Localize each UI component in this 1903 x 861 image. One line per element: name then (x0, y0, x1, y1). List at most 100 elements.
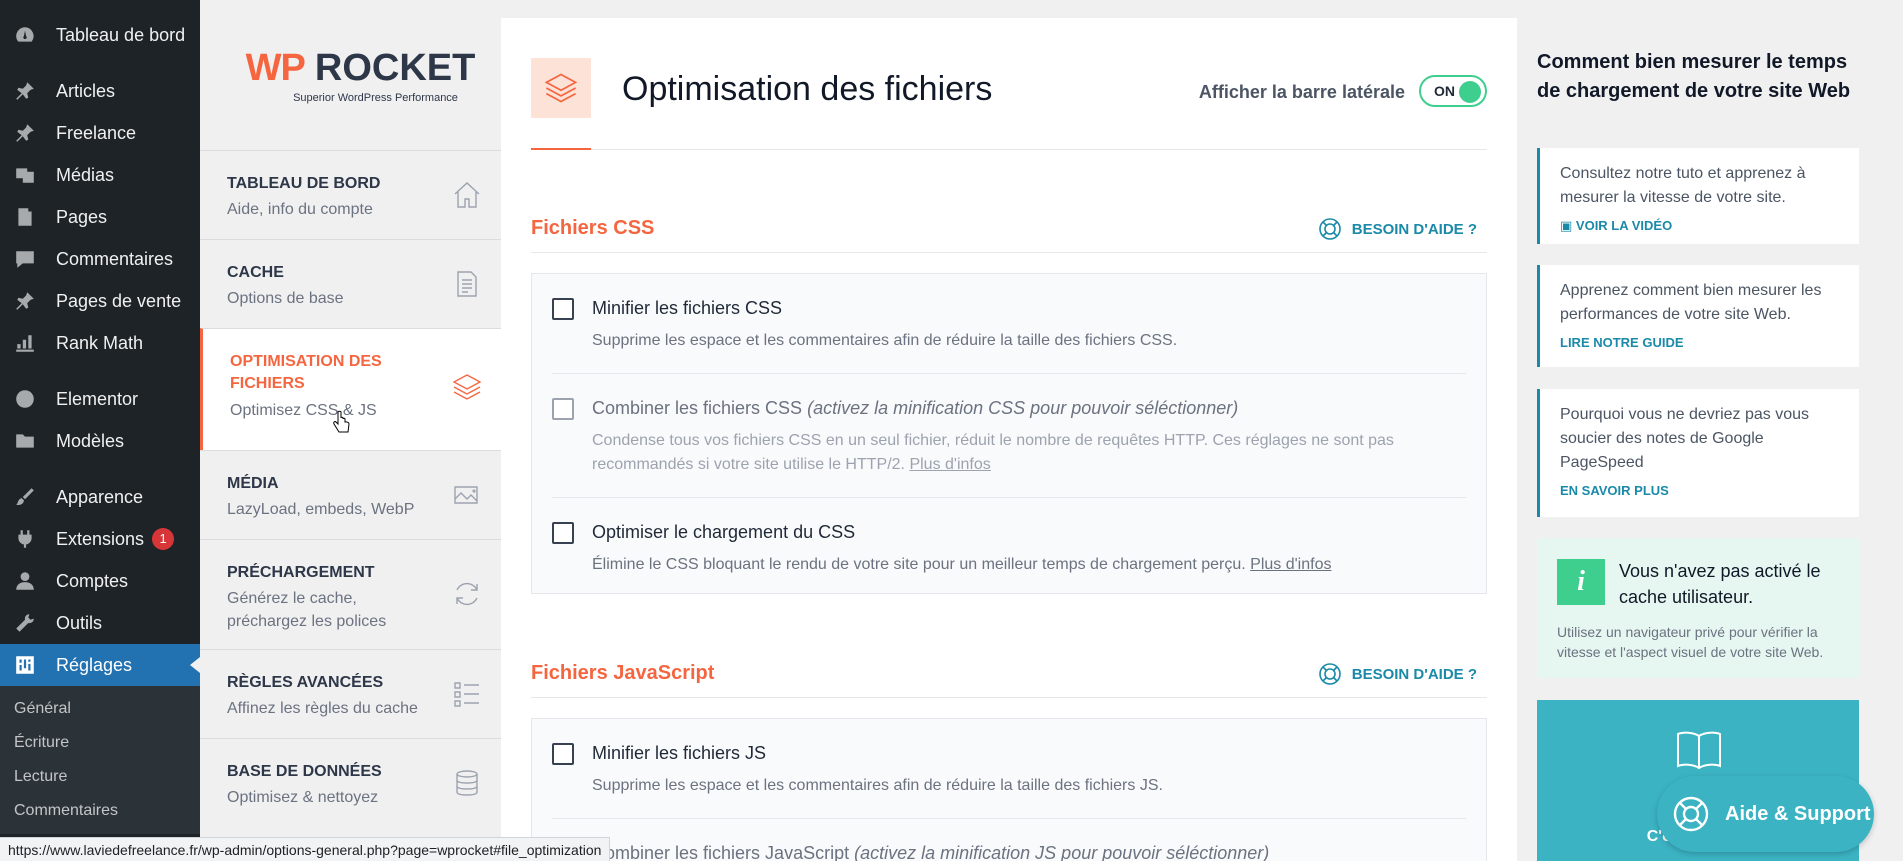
nav-title: PRÉCHARGEMENT (227, 564, 375, 581)
help-button[interactable]: BESOIN D'AIDE ? (1318, 217, 1477, 241)
nav-database[interactable]: BASE DE DONNÉES Optimisez & nettoyez (200, 738, 501, 827)
optimize-css-checkbox[interactable] (552, 522, 574, 544)
option-combine-js: Combiner les fichiers JavaScript (active… (552, 819, 1466, 861)
help-button[interactable]: BESOIN D'AIDE ? (1318, 662, 1477, 686)
right-sidebar: Comment bien mesurer le temps de chargem… (1537, 0, 1867, 861)
home-icon (451, 179, 483, 211)
menu-dashboard[interactable]: Tableau de bord (0, 14, 200, 56)
brush-icon (12, 484, 38, 510)
sidebar-title: Comment bien mesurer le temps de chargem… (1537, 51, 1851, 102)
main-panel: Optimisation des fichiers Afficher la ba… (501, 18, 1517, 861)
refresh-icon (451, 578, 483, 610)
image-icon (451, 479, 483, 511)
logo-rocket: ROCKET (314, 46, 476, 89)
wp-admin-menu: Tableau de bord Articles Freelance Média… (0, 0, 200, 861)
menu-tools[interactable]: Outils (0, 602, 200, 644)
option-note: (activez la minification JS pour pouvoir… (854, 843, 1270, 861)
toggle-state: ON (1434, 83, 1455, 99)
more-info-link[interactable]: Plus d'infos (1250, 556, 1331, 573)
pin-icon (12, 288, 38, 314)
support-label: Aide & Support (1725, 802, 1871, 825)
option-note: (activez la minification CSS pour pouvoi… (807, 398, 1239, 418)
option-minify-js: Minifier les fichiers JS Supprime les es… (552, 719, 1466, 819)
menu-label: Pages (56, 206, 108, 227)
pin-icon (12, 78, 38, 104)
read-guide-link[interactable]: LIRE NOTRE GUIDE (1560, 335, 1839, 350)
css-options: Minifier les fichiers CSS Supprime les e… (531, 273, 1487, 594)
nav-title: MÉDIA (227, 475, 279, 492)
nav-file-optimization[interactable]: OPTIMISATION DES FICHIERS Optimisez CSS … (200, 328, 501, 450)
nav-title: RÈGLES AVANCÉES (227, 674, 384, 691)
settings-icon (12, 652, 38, 678)
menu-freelance[interactable]: Freelance (0, 112, 200, 154)
menu-plugins[interactable]: Extensions 1 (0, 518, 200, 560)
more-info-link[interactable]: Plus d'infos (909, 456, 990, 473)
menu-label: Outils (56, 612, 103, 633)
menu-rank-math[interactable]: Rank Math (0, 322, 200, 364)
card-text: Pourquoi vous ne devriez pas vous soucie… (1560, 406, 1810, 471)
lifebuoy-icon (1673, 796, 1709, 832)
checklist-icon (451, 678, 483, 710)
submenu-general[interactable]: Général (0, 692, 200, 726)
menu-sales-pages[interactable]: Pages de vente (0, 280, 200, 322)
card-text: Consultez notre tuto et apprenez à mesur… (1560, 165, 1806, 206)
css-section-header: Fichiers CSS BESOIN D'AIDE ? (531, 203, 1487, 253)
nav-media[interactable]: MÉDIA LazyLoad, embeds, WebP (200, 450, 501, 539)
menu-templates[interactable]: Modèles (0, 420, 200, 462)
menu-settings[interactable]: Réglages (0, 644, 200, 686)
pin-icon (12, 120, 38, 146)
submenu-reading[interactable]: Lecture (0, 760, 200, 794)
elementor-icon (12, 386, 38, 412)
menu-articles[interactable]: Articles (0, 70, 200, 112)
menu-pages[interactable]: Pages (0, 196, 200, 238)
minify-css-checkbox[interactable] (552, 298, 574, 320)
nav-subtitle: Affinez les règles du cache (227, 700, 418, 718)
nav-subtitle: Options de base (227, 290, 344, 308)
help-label: BESOIN D'AIDE ? (1351, 220, 1477, 238)
option-optimize-css-delivery: Optimiser le chargement du CSS Élimine l… (552, 498, 1466, 597)
browser-status-url: https://www.laviedefreelance.fr/wp-admin… (0, 837, 611, 861)
option-label: Optimiser le chargement du CSS (592, 522, 856, 542)
menu-appearance[interactable]: Apparence (0, 476, 200, 518)
nav-advanced-rules[interactable]: RÈGLES AVANCÉES Affinez les règles du ca… (200, 649, 501, 738)
chart-icon (12, 330, 38, 356)
minify-js-checkbox[interactable] (552, 743, 574, 765)
section-title: Fichiers JavaScript (531, 662, 715, 684)
update-count-badge: 1 (152, 528, 175, 550)
watch-video-link[interactable]: ▣ VOIR LA VIDÉO (1560, 218, 1839, 234)
book-icon (1677, 731, 1721, 770)
menu-label: Extensions (56, 528, 145, 549)
menu-medias[interactable]: Médias (0, 154, 200, 196)
user-cache-notice: i Vous n'avez pas activé le cache utilis… (1537, 538, 1859, 678)
menu-label: Apparence (56, 486, 144, 507)
nav-preload[interactable]: PRÉCHARGEMENT Générez le cache, précharg… (200, 539, 501, 649)
media-icon (12, 162, 38, 188)
comment-icon (12, 246, 38, 272)
menu-comments[interactable]: Commentaires (0, 238, 200, 280)
user-icon (12, 568, 38, 594)
hand-cursor-icon (333, 410, 350, 433)
nav-title: BASE DE DONNÉES (227, 763, 382, 780)
menu-elementor[interactable]: Elementor (0, 378, 200, 420)
nav-subtitle: Optimisez & nettoyez (227, 789, 379, 807)
menu-users[interactable]: Comptes (0, 560, 200, 602)
combine-css-checkbox[interactable] (552, 398, 574, 420)
submenu-comments[interactable]: Commentaires (0, 794, 200, 828)
plugin-icon (12, 526, 38, 552)
nav-subtitle: Optimisez CSS & JS (230, 401, 377, 419)
help-support-button[interactable]: Aide & Support (1657, 776, 1874, 852)
sidebar-toggle[interactable]: ON (1419, 75, 1487, 107)
option-label: Combiner les fichiers JavaScript (active… (592, 843, 1270, 861)
menu-label: Commentaires (56, 248, 174, 269)
nav-dashboard[interactable]: TABLEAU DE BORD Aide, info du compte (200, 150, 501, 239)
logo-tagline: Superior WordPress Performance (293, 91, 458, 104)
menu-label: Médias (56, 164, 115, 185)
sidebar-toggle-label: Afficher la barre latérale (1198, 82, 1405, 102)
nav-title: OPTIMISATION DES FICHIERS (230, 353, 382, 393)
submenu-writing[interactable]: Écriture (0, 726, 200, 760)
nav-cache[interactable]: CACHE Options de base (200, 239, 501, 328)
info-icon: i (1557, 559, 1605, 605)
learn-more-link[interactable]: EN SAVOIR PLUS (1560, 483, 1839, 498)
notice-title: Vous n'avez pas activé le cache utilisat… (1619, 561, 1821, 608)
wrench-icon (12, 610, 38, 636)
